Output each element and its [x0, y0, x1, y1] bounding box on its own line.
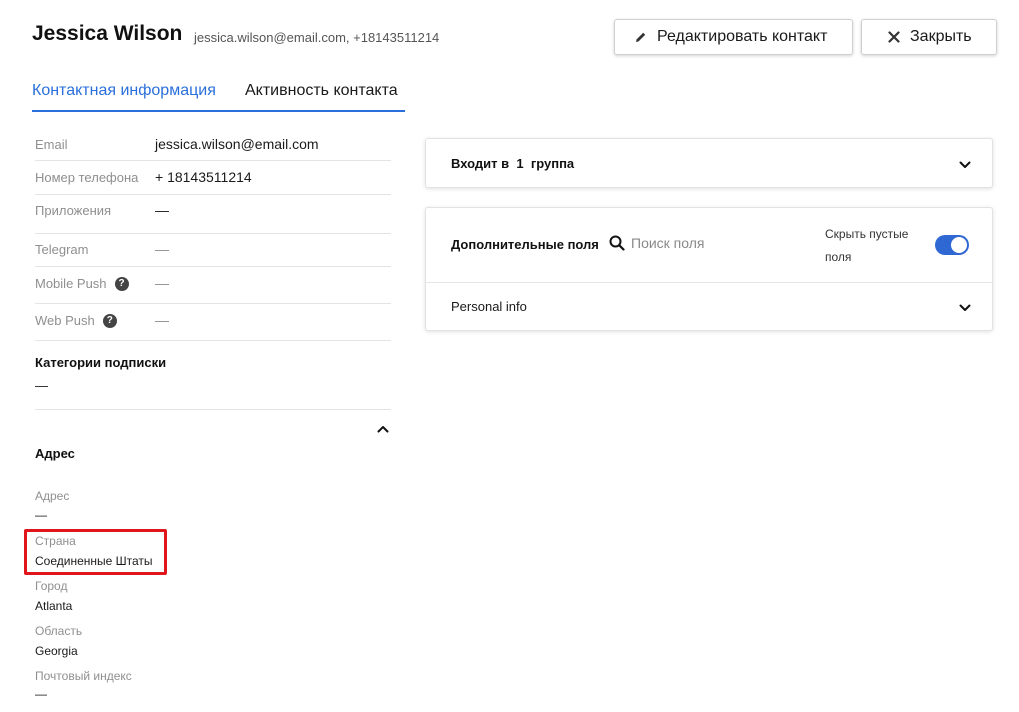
groups-summary: Входит в 1 группа — [451, 156, 574, 171]
help-icon[interactable]: ? — [102, 313, 117, 328]
field-label: Email — [35, 137, 68, 152]
tab-contact-activity[interactable]: Активность контакта — [245, 82, 398, 100]
field-label: Mobile Push ? — [35, 276, 129, 291]
field-label: Номер телефона — [35, 170, 139, 185]
edit-contact-label: Редактировать контакт — [657, 28, 828, 45]
edit-contact-button[interactable]: Редактировать контакт — [614, 19, 853, 55]
city-label: Город — [35, 579, 68, 593]
subscription-value: — — [35, 378, 48, 393]
divider — [426, 282, 992, 283]
field-value: — — [155, 202, 169, 218]
field-label: Приложения — [35, 203, 112, 218]
personal-info-section[interactable]: Personal info — [451, 299, 527, 314]
extra-fields-card: Дополнительные поля Поиск поля Скрыть пу… — [425, 207, 993, 331]
field-row-email: Email jessica.wilson@email.com — [35, 132, 391, 161]
region-value: Georgia — [35, 644, 78, 658]
field-value: + 18143511214 — [155, 169, 252, 185]
tab-bar: Контактная информация Активность контакт… — [32, 82, 405, 112]
pencil-icon — [635, 31, 647, 43]
region-label: Область — [35, 624, 83, 638]
field-label: Web Push ? — [35, 313, 117, 328]
field-row-telegram: Telegram — — [35, 234, 391, 267]
country-highlight — [24, 529, 167, 575]
groups-card[interactable]: Входит в 1 группа — [425, 138, 993, 188]
toggle-knob — [951, 237, 967, 253]
help-icon[interactable]: ? — [114, 276, 129, 291]
address-value: — — [35, 508, 47, 522]
field-value: — — [155, 275, 169, 291]
address-label: Адрес — [35, 489, 70, 503]
extra-fields-title: Дополнительные поля — [451, 237, 599, 252]
field-value: jessica.wilson@email.com — [155, 136, 319, 152]
subscription-title: Категории подписки — [35, 355, 167, 370]
tab-contact-info[interactable]: Контактная информация — [32, 82, 216, 100]
field-value: — — [155, 312, 169, 328]
search-input[interactable]: Поиск поля — [631, 235, 705, 251]
field-row-phone: Номер телефона + 18143511214 — [35, 161, 391, 195]
field-label-text: Web Push — [35, 313, 95, 328]
groups-suffix: группа — [530, 156, 575, 171]
contact-subtitle: jessica.wilson@email.com, +18143511214 — [194, 30, 440, 45]
close-icon — [888, 31, 900, 43]
chevron-down-icon[interactable] — [958, 301, 972, 315]
search-icon — [609, 235, 625, 251]
field-row-apps: Приложения — — [35, 195, 391, 234]
field-label-text: Mobile Push — [35, 276, 107, 291]
hide-empty-label: Скрыть пустые поля — [825, 227, 909, 264]
hide-empty-toggle[interactable] — [935, 235, 969, 255]
field-label: Telegram — [35, 242, 89, 257]
field-row-web-push: Web Push ? — — [35, 304, 391, 341]
groups-prefix: Входит в — [451, 156, 510, 171]
field-search[interactable]: Поиск поля — [609, 235, 705, 251]
postal-code-value: — — [35, 687, 47, 701]
postal-code-label: Почтовый индекс — [35, 669, 132, 683]
close-label: Закрыть — [910, 28, 972, 45]
field-value: — — [155, 241, 169, 257]
groups-count: 1 — [516, 156, 524, 171]
chevron-down-icon[interactable] — [958, 158, 972, 172]
address-title: Адрес — [35, 446, 75, 461]
city-value: Atlanta — [35, 599, 73, 613]
divider — [35, 409, 391, 410]
field-row-mobile-push: Mobile Push ? — — [35, 267, 391, 304]
chevron-up-icon[interactable] — [376, 422, 390, 436]
contact-name: Jessica Wilson — [32, 22, 183, 45]
close-button[interactable]: Закрыть — [861, 19, 997, 55]
